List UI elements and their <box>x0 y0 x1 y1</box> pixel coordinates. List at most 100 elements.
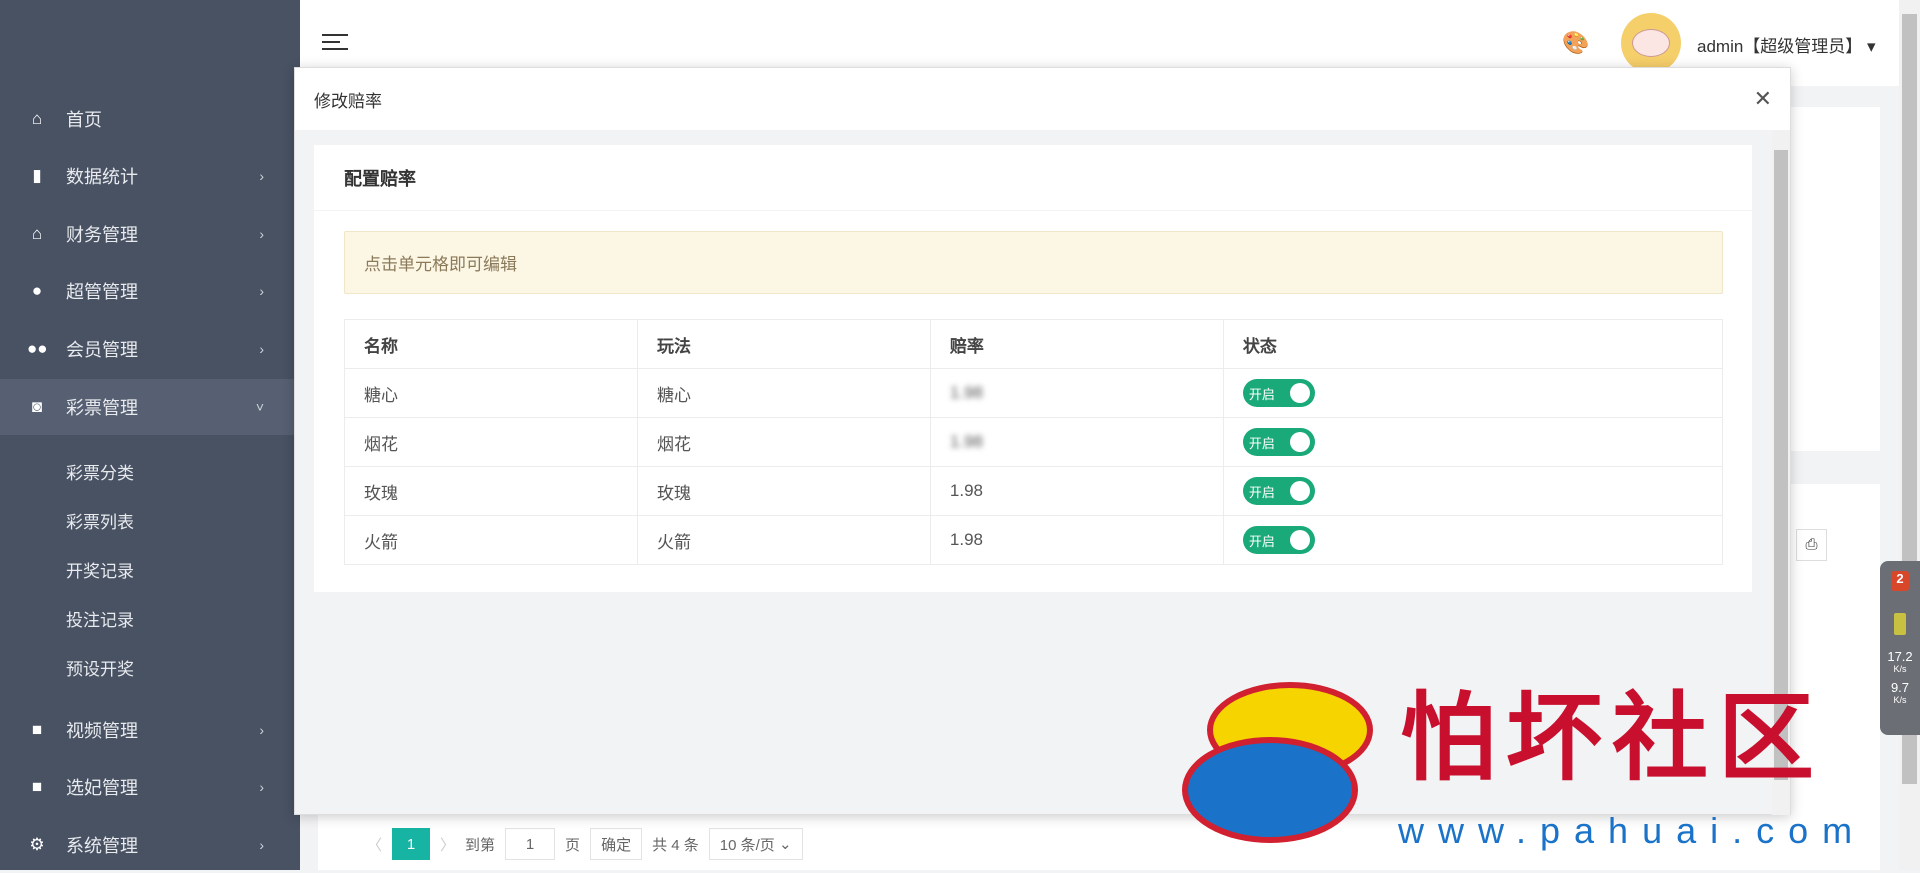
bank-icon: ⌂ <box>31 224 43 243</box>
chevron-right-icon: › <box>259 168 264 184</box>
odds-table: 名称 玩法 赔率 状态 糖心 糖心 1.98 开启 烟花 烟花 1.98 开启 … <box>344 319 1724 565</box>
cell-name[interactable]: 玫瑰 <box>344 466 638 516</box>
table-row: 玫瑰 玫瑰 1.98 开启 <box>344 466 1724 516</box>
user-icon: ● <box>31 281 43 300</box>
page-current[interactable]: 1 <box>392 828 431 860</box>
edit-hint-alert: 点击单元格即可编辑 <box>344 231 1723 294</box>
page-size-value: 10 条/页 <box>719 836 775 854</box>
sidebar: ⌂ 首页 ▮ 数据统计 › ⌂ 财务管理 › ● 超管管理 › ●● 会员管理 › ◙ 彩票管理 ˅ … <box>0 0 300 870</box>
avatar[interactable] <box>1621 13 1681 73</box>
chevron-down-icon: ˅ <box>255 399 264 415</box>
palette-icon[interactable]: 🎨 <box>1562 30 1589 56</box>
upload-unit: K/s <box>1893 664 1907 674</box>
sidebar-item-label: 首页 <box>66 110 102 130</box>
cell-odds[interactable]: 1.98 <box>929 417 1224 467</box>
sidebar-item-home[interactable]: ⌂ 首页 <box>0 91 300 147</box>
sidebar-subitem-preset-draw[interactable]: 预设开奖 <box>66 655 134 680</box>
sidebar-item-label: 系统管理 <box>66 836 138 856</box>
cell-name[interactable]: 火箭 <box>344 515 638 565</box>
toggle-label: 开启 <box>1248 484 1275 500</box>
total-count: 共 4 条 <box>652 836 699 854</box>
cell-play[interactable]: 糖心 <box>636 368 931 418</box>
sidebar-item-label: 超管管理 <box>66 282 138 302</box>
pig-icon <box>1632 29 1670 57</box>
next-page-icon[interactable]: 〉 <box>440 834 455 855</box>
pagination: 〈 1 〉 到第 1 页 确定 共 4 条 10 条/页 ⌄ <box>367 828 803 860</box>
column-header-odds: 赔率 <box>929 319 1224 369</box>
odds-value: 1.98 <box>949 432 983 451</box>
sidebar-item-stats[interactable]: ▮ 数据统计 › <box>0 148 300 204</box>
cell-odds[interactable]: 1.98 <box>929 368 1224 418</box>
column-header-status: 状态 <box>1222 319 1724 369</box>
confirm-button[interactable]: 确定 <box>590 828 643 860</box>
modal-title: 修改赔率 <box>314 91 382 111</box>
sidebar-item-label: 财务管理 <box>66 225 138 245</box>
odds-card: 配置赔率 点击单元格即可编辑 名称 玩法 赔率 状态 糖心 糖心 1.98 开启… <box>314 145 1752 592</box>
sidebar-item-label: 视频管理 <box>66 721 138 741</box>
sidebar-subitem-category[interactable]: 彩票分类 <box>66 459 134 484</box>
table-row: 火箭 火箭 1.98 开启 <box>344 515 1724 565</box>
cell-name[interactable]: 烟花 <box>344 417 638 467</box>
user-name: admin【超级管理员】 <box>1697 37 1863 56</box>
battery-icon <box>1894 613 1906 635</box>
cell-odds[interactable]: 1.98 <box>929 466 1224 516</box>
network-speed-widget[interactable]: 2 17.2 K/s 9.7 K/s <box>1880 561 1920 735</box>
sidebar-subitem-list[interactable]: 彩票列表 <box>66 508 134 533</box>
cell-play[interactable]: 玫瑰 <box>636 466 931 516</box>
sidebar-item-admins[interactable]: ● 超管管理 › <box>0 263 300 319</box>
users-icon: ●● <box>27 339 48 358</box>
toggle-label: 开启 <box>1248 386 1275 402</box>
cell-play[interactable]: 火箭 <box>636 515 931 565</box>
goto-label: 到第 <box>465 836 496 854</box>
page-scrollbar[interactable] <box>1899 0 1920 870</box>
chevron-right-icon: › <box>259 779 264 795</box>
chevron-right-icon: › <box>259 837 264 853</box>
table-header-row: 名称 玩法 赔率 状态 <box>344 319 1724 369</box>
chevron-right-icon: › <box>259 722 264 738</box>
modal-scrollbar[interactable] <box>1772 130 1790 815</box>
cell-name[interactable]: 糖心 <box>344 368 638 418</box>
notification-badge: 2 <box>1891 571 1909 591</box>
gear-icon: ⚙ <box>29 835 45 854</box>
menu-toggle-icon[interactable] <box>322 34 348 52</box>
home-icon: ⌂ <box>31 109 43 128</box>
sidebar-item-finance[interactable]: ⌂ 财务管理 › <box>0 206 300 262</box>
download-unit: K/s <box>1893 695 1907 705</box>
video-icon: ■ <box>31 777 43 796</box>
close-icon[interactable]: ✕ <box>1754 86 1772 112</box>
chevron-right-icon: › <box>259 283 264 299</box>
status-toggle[interactable]: 开启 <box>1242 526 1315 554</box>
chevron-right-icon: › <box>259 226 264 242</box>
sidebar-item-members[interactable]: ●● 会员管理 › <box>0 321 300 377</box>
sidebar-item-label: 数据统计 <box>66 167 138 187</box>
sidebar-item-system[interactable]: ⚙ 系统管理 › <box>0 817 300 873</box>
bar-chart-icon: ▮ <box>32 166 42 185</box>
page-label: 页 <box>565 836 581 854</box>
background-card <box>1791 107 1880 451</box>
prev-page-icon[interactable]: 〈 <box>367 834 382 855</box>
sidebar-subitem-draw-records[interactable]: 开奖记录 <box>66 557 134 582</box>
status-toggle[interactable]: 开启 <box>1242 379 1315 407</box>
toggle-label: 开启 <box>1248 533 1275 549</box>
table-row: 糖心 糖心 1.98 开启 <box>344 368 1724 418</box>
print-icon[interactable]: ⎙ <box>1796 529 1827 561</box>
video-icon: ■ <box>31 720 43 739</box>
edit-odds-modal: 修改赔率 ✕ 配置赔率 点击单元格即可编辑 名称 玩法 赔率 状态 糖心 糖心 1… <box>294 67 1791 815</box>
sidebar-item-label: 会员管理 <box>66 340 138 360</box>
table-row: 烟花 烟花 1.98 开启 <box>344 417 1724 467</box>
sidebar-subitem-bet-records[interactable]: 投注记录 <box>66 606 134 631</box>
column-header-name: 名称 <box>344 319 638 369</box>
sidebar-item-select[interactable]: ■ 选妃管理 › <box>0 759 300 815</box>
goto-page-input[interactable]: 1 <box>505 828 556 860</box>
odds-value: 1.98 <box>949 383 983 402</box>
status-toggle[interactable]: 开启 <box>1242 477 1315 505</box>
status-toggle[interactable]: 开启 <box>1242 428 1315 456</box>
user-menu[interactable]: admin【超级管理员】 ▾ <box>1697 32 1876 57</box>
sidebar-item-lottery[interactable]: ◙ 彩票管理 ˅ <box>0 379 300 435</box>
cell-odds[interactable]: 1.98 <box>929 515 1224 565</box>
card-title: 配置赔率 <box>314 145 1752 211</box>
upload-speed: 17.2 <box>1887 649 1913 664</box>
sidebar-item-video[interactable]: ■ 视频管理 › <box>0 702 300 758</box>
page-size-select[interactable]: 10 条/页 ⌄ <box>708 828 803 860</box>
cell-play[interactable]: 烟花 <box>636 417 931 467</box>
